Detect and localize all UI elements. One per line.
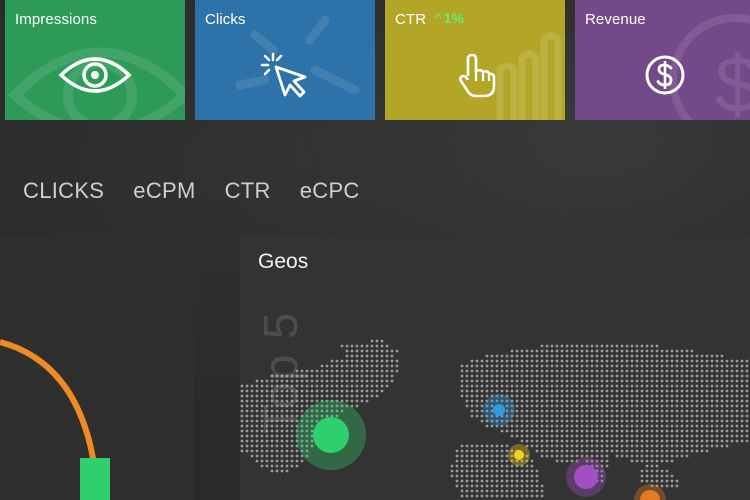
svg-text:$: $ [715,40,750,120]
chart-panel [0,236,194,500]
impressions-tile[interactable]: Impressions [5,0,185,120]
ctr-delta-value: 1% [443,10,464,26]
cursor-click-icon [260,52,307,98]
geo-marker-green[interactable] [313,417,349,453]
ctr-delta: ^ 1% [435,10,464,26]
revenue-label: Revenue [585,11,646,28]
tab-ecpm[interactable]: eCPM [133,178,195,206]
geo-marker-blue[interactable] [493,404,505,416]
tab-ecpc[interactable]: eCPC [300,178,360,206]
dollar-icon [645,55,685,95]
geo-marker-purple[interactable] [574,465,598,489]
chart-marker-green [80,458,110,500]
revenue-tile[interactable]: $ Revenue [575,0,750,120]
geos-title: Geos [258,250,309,273]
arrow-up-icon: ^ [435,10,442,26]
clicks-label: Clicks [205,11,246,28]
geo-marker-yellow[interactable] [514,450,524,460]
ctr-label: CTR [395,11,427,28]
impressions-label: Impressions [15,11,97,28]
tab-ctr[interactable]: CTR [225,178,271,206]
pointing-hand-icon [459,54,496,98]
donut-chart-arc [0,339,110,500]
metric-tabs: CLICKS eCPM CTR eCPC [23,178,389,206]
world-map [240,339,749,500]
tab-clicks[interactable]: CLICKS [23,178,104,206]
geos-subtitle: Top 5 [255,311,308,434]
clicks-tile[interactable]: Clicks [195,0,375,120]
geos-panel: Geos Top 5 [240,236,750,500]
eye-icon [58,57,132,93]
summary-tiles: Impressions Clicks CTR ^ 1% $ Revenue [0,0,750,120]
ctr-tile[interactable]: CTR ^ 1% [385,0,565,120]
